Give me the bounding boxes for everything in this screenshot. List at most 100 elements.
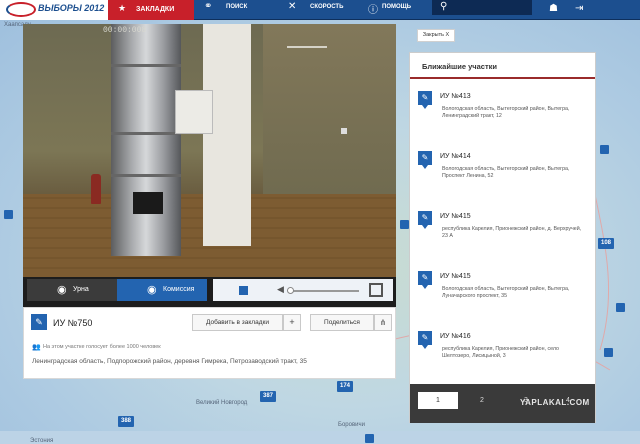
commission-camera-label: Комиссия <box>163 286 195 293</box>
ballot-icon: ✎ <box>418 91 432 105</box>
nearby-station-item[interactable]: ✎ ИУ №415 республика Карелия, Прионежски… <box>418 211 588 263</box>
map-pin[interactable] <box>616 303 625 312</box>
video-scene-hooks <box>287 46 327 60</box>
map-pin[interactable] <box>600 145 609 154</box>
share-icon[interactable]: ⋔ <box>374 314 392 331</box>
camera-panel: 00:00:008 ◉ Урна ◉ Комиссия ◀ <box>23 24 396 307</box>
urn-camera-label: Урна <box>73 286 89 293</box>
video-scene-pipe-band <box>111 64 181 67</box>
nav-search-button[interactable]: ⚭ ПОИСК <box>200 0 256 20</box>
camera-timestamp: 00:00:008 <box>103 26 147 35</box>
star-icon: ★ <box>118 3 127 13</box>
nearby-station-item[interactable]: ✎ ИУ №413 Вологодская область, Вытегорск… <box>418 91 588 143</box>
station-title: ИУ №415 <box>440 273 471 280</box>
nav-bookmarks-button[interactable]: ★ ЗАКЛАДКИ <box>108 0 194 20</box>
divider <box>410 77 595 79</box>
page-button-2[interactable]: 2 <box>462 392 502 409</box>
video-scene-outlet <box>341 128 347 134</box>
video-scene-pipe-band <box>111 132 181 135</box>
pin-tail <box>422 345 428 349</box>
volume-icon[interactable]: ◀ <box>277 284 284 295</box>
nearby-stations-panel: Ближайшие участки ✎ ИУ №413 Вологодская … <box>409 52 596 423</box>
camera-icon: ◉ <box>147 284 157 296</box>
search-icon: ⚲ <box>440 1 448 12</box>
nearby-station-item[interactable]: ✎ ИУ №416 республика Карелия, Прионежски… <box>418 331 588 383</box>
urn-camera-button[interactable]: ◉ Урна <box>27 279 117 301</box>
plus-button[interactable]: + <box>283 314 301 331</box>
video-scene-box <box>175 90 213 134</box>
add-bookmark-button[interactable]: Добавить в закладки <box>192 314 283 331</box>
ballot-icon: ✎ <box>418 271 432 285</box>
station-address: Вологодская область, Вытегорский район, … <box>442 106 570 119</box>
map-pin[interactable]: 388 <box>118 416 135 427</box>
volume-slider[interactable] <box>289 290 359 292</box>
people-icon: 👥 <box>32 344 41 351</box>
polling-station-title: ИУ №750 <box>53 318 93 328</box>
video-scene-wall <box>263 24 396 204</box>
nearby-stations-title: Ближайшие участки <box>422 62 497 71</box>
station-address: Вологодская область, Вытегорский район, … <box>442 286 570 299</box>
video-controls: ◉ Урна ◉ Комиссия ◀ <box>23 277 396 307</box>
nav-help-button[interactable]: ⓘ ПОМОЩЬ <box>366 0 426 20</box>
video-scene-extinguisher <box>91 174 101 204</box>
ballot-icon: ✎ <box>31 314 47 330</box>
map-pin[interactable] <box>4 210 13 219</box>
info-icon: ⓘ <box>368 5 378 16</box>
fullscreen-icon[interactable] <box>369 283 383 297</box>
logo-text: ВЫБОРЫ 2012 <box>38 3 105 13</box>
map-pin[interactable] <box>604 348 613 357</box>
ballot-icon: ✎ <box>418 211 432 225</box>
pin-tail <box>422 225 428 229</box>
page-button-1[interactable]: 1 <box>418 392 458 409</box>
nav-help-label: ПОМОЩЬ <box>382 4 412 10</box>
map-pin[interactable] <box>400 220 409 229</box>
exit-icon[interactable]: ⇥ <box>575 3 583 14</box>
pin-tail <box>422 165 428 169</box>
search-box[interactable]: ⚲ <box>432 0 532 15</box>
wrench-icon: ✕ <box>288 1 297 12</box>
volume-slider-knob[interactable] <box>287 287 294 294</box>
map-label-veliky-novgorod: Великий Новгород <box>196 400 248 406</box>
nav-speed-label: СКОРОСТЬ <box>310 4 344 10</box>
polling-station-info: ✎ ИУ №750 Добавить в закладки + Поделить… <box>23 307 396 379</box>
video-scene-pipe-band <box>111 174 181 177</box>
video-scene-stove-pipe <box>111 24 181 256</box>
station-address: Вологодская область, Вытегорский район, … <box>442 166 570 179</box>
map-pin[interactable] <box>365 434 374 443</box>
commission-camera-button[interactable]: ◉ Комиссия <box>117 279 207 301</box>
top-navigation: ВЫБОРЫ 2012 ★ ЗАКЛАДКИ ⚭ ПОИСК ✕ СКОРОСТ… <box>0 0 640 20</box>
nearby-station-item[interactable]: ✎ ИУ №414 Вологодская область, Вытегорск… <box>418 151 588 203</box>
pin-tail <box>422 105 428 109</box>
share-button[interactable]: Поделиться <box>310 314 374 331</box>
station-title: ИУ №413 <box>440 93 471 100</box>
close-button[interactable]: Закрыть X <box>417 29 455 42</box>
logo[interactable]: ВЫБОРЫ 2012 <box>0 0 108 20</box>
camera-video[interactable]: 00:00:008 <box>23 24 396 307</box>
station-title: ИУ №414 <box>440 153 471 160</box>
map-label-borovichi: Боровичи <box>338 422 365 428</box>
nav-search-label: ПОИСК <box>226 4 248 10</box>
map-pin[interactable]: 387 <box>260 391 277 402</box>
nearby-station-item[interactable]: ✎ ИУ №415 Вологодская область, Вытегорск… <box>418 271 588 323</box>
station-title: ИУ №416 <box>440 333 471 340</box>
player-bar: ◀ <box>213 279 393 301</box>
user-icon[interactable]: ☗ <box>549 3 558 14</box>
binoculars-icon: ⚭ <box>204 1 213 12</box>
ballot-icon: ✎ <box>418 331 432 345</box>
stop-button[interactable] <box>239 286 248 295</box>
map-label-estonia: Эстония <box>30 438 54 444</box>
elections-logo-icon <box>6 2 36 17</box>
video-scene-pillar <box>203 24 251 246</box>
nav-speed-button[interactable]: ✕ СКОРОСТЬ <box>284 0 354 20</box>
station-address: республика Карелия, Прионежский район, д… <box>442 226 582 239</box>
station-title: ИУ №415 <box>440 213 471 220</box>
map-pin[interactable]: 174 <box>337 381 354 392</box>
map-pin[interactable]: 108 <box>598 238 615 249</box>
camera-icon: ◉ <box>57 284 67 296</box>
ballot-icon: ✎ <box>418 151 432 165</box>
nav-bookmarks-label: ЗАКЛАДКИ <box>136 6 175 13</box>
video-scene-stove-door <box>133 192 163 214</box>
watermark: YAPLAKAL.COM <box>520 398 590 407</box>
pin-tail <box>422 285 428 289</box>
polling-station-address: Ленинградская область, Подпорожский райо… <box>32 358 307 365</box>
